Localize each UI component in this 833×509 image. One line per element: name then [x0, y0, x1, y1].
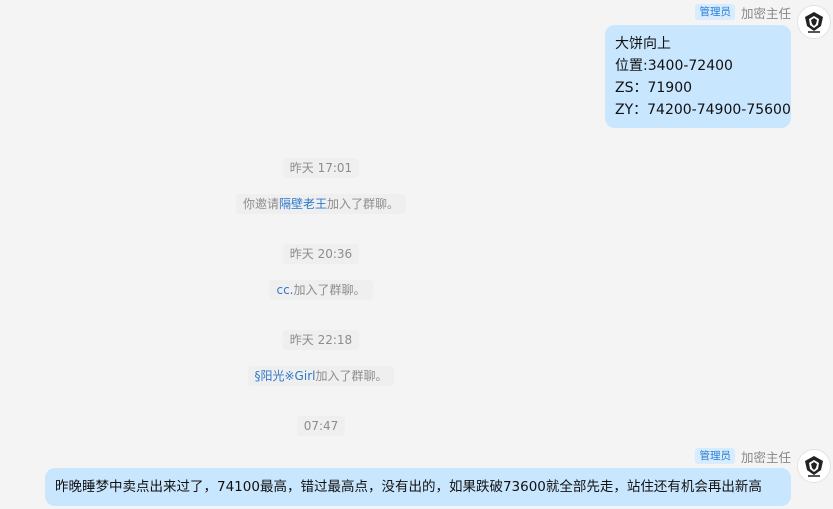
system-notice: cc.加入了群聊。 — [0, 280, 642, 300]
timestamp-row: 昨天 20:36 — [0, 244, 642, 264]
sender-name[interactable]: 加密主任 — [741, 3, 791, 22]
system-notice-text: cc.加入了群聊。 — [269, 280, 373, 300]
timestamp: 07:47 — [296, 416, 346, 436]
message-sender-header: 管理员 加密主任 — [695, 447, 791, 465]
member-link[interactable]: §阳光※Girl — [255, 369, 316, 383]
message-bubble[interactable]: 昨晚睡梦中卖点出来过了，74100最高，错过最高点，没有出的，如果跌破73600… — [45, 468, 791, 506]
notice-prefix: 你邀请 — [242, 197, 279, 211]
group-logo-icon — [805, 12, 823, 33]
timestamp-row: 07:47 — [0, 416, 642, 436]
message-sender-header: 管理员 加密主任 — [695, 3, 791, 21]
member-link[interactable]: cc. — [276, 283, 293, 297]
notice-suffix: 加入了群聊。 — [315, 369, 388, 383]
system-notice-text: 你邀请隔壁老王加入了群聊。 — [235, 194, 407, 214]
system-notice: 你邀请隔壁老王加入了群聊。 — [0, 194, 642, 214]
message-line: ZS：71900 — [615, 80, 693, 96]
group-logo-icon — [805, 456, 823, 477]
sender-name[interactable]: 加密主任 — [741, 447, 791, 466]
system-notice: §阳光※Girl加入了群聊。 — [0, 366, 642, 386]
notice-suffix: 加入了群聊。 — [327, 197, 400, 211]
avatar[interactable] — [797, 5, 831, 39]
timestamp-row: 昨天 22:18 — [0, 330, 642, 350]
admin-badge: 管理员 — [695, 448, 735, 464]
message-line: ZY：74200-74900-75600 — [615, 102, 791, 118]
timestamp: 昨天 20:36 — [282, 244, 360, 264]
timestamp: 昨天 17:01 — [282, 158, 360, 178]
avatar[interactable] — [797, 449, 831, 483]
message-bubble[interactable]: 大饼向上 位置:3400-72400 ZS：71900 ZY：74200-749… — [605, 25, 791, 128]
member-link[interactable]: 隔壁老王 — [279, 197, 327, 211]
admin-badge: 管理员 — [695, 4, 735, 20]
timestamp-row: 昨天 17:01 — [0, 158, 642, 178]
notice-suffix: 加入了群聊。 — [293, 283, 366, 297]
message-line: 位置:3400-72400 — [615, 58, 733, 74]
message-line: 大饼向上 — [615, 36, 671, 52]
chat-panel: 管理员 加密主任 大饼向上 位置:3400-72400 ZS：71900 ZY：… — [0, 0, 833, 509]
system-notice-text: §阳光※Girl加入了群聊。 — [247, 366, 395, 386]
timestamp: 昨天 22:18 — [282, 330, 360, 350]
